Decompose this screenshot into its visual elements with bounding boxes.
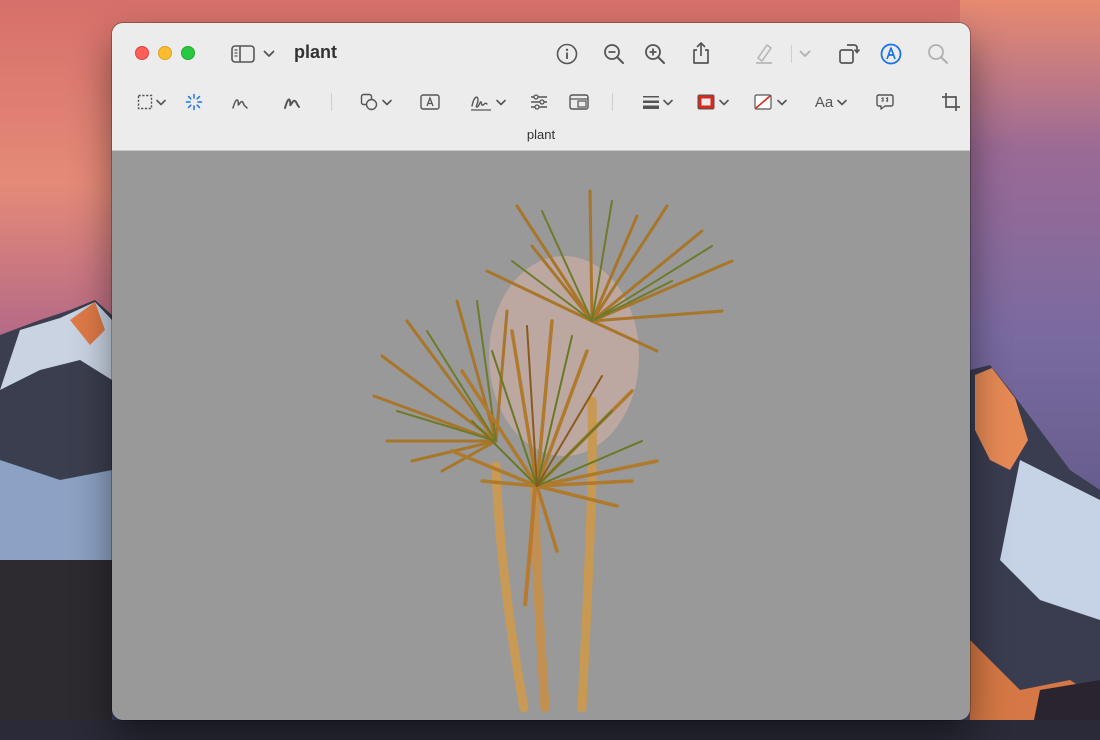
document-subtitle: plant xyxy=(526,127,556,142)
chevron-down-icon[interactable] xyxy=(836,96,848,108)
crop-icon[interactable] xyxy=(940,91,962,113)
preview-window: plant Aa plant xyxy=(112,23,970,720)
minimize-button[interactable] xyxy=(158,46,172,60)
sidebar-toggle-icon[interactable] xyxy=(230,41,256,67)
search-icon[interactable] xyxy=(925,41,951,67)
instant-alpha-icon[interactable] xyxy=(184,92,204,112)
zoom-in-icon[interactable] xyxy=(642,41,668,67)
zoom-out-icon[interactable] xyxy=(601,41,627,67)
rotate-icon[interactable] xyxy=(836,39,862,67)
chevron-down-icon[interactable] xyxy=(718,96,730,108)
markup-icon[interactable] xyxy=(878,41,904,67)
chevron-down-icon[interactable] xyxy=(776,96,788,108)
plant-image xyxy=(372,189,734,713)
chevron-down-icon[interactable] xyxy=(495,96,507,108)
chevron-down-icon[interactable] xyxy=(381,96,393,108)
image-canvas[interactable] xyxy=(112,151,970,720)
draw-icon[interactable] xyxy=(282,92,302,112)
chevron-down-icon[interactable] xyxy=(262,47,276,61)
text-style-icon[interactable]: Aa xyxy=(812,92,836,112)
titlebar: plant Aa plant xyxy=(112,23,970,151)
close-button[interactable] xyxy=(135,46,149,60)
fill-color-icon[interactable] xyxy=(753,92,773,112)
border-color-icon[interactable] xyxy=(696,92,716,112)
toolbar-separator xyxy=(791,45,792,63)
adjust-size-icon[interactable] xyxy=(568,92,590,112)
adjust-color-icon[interactable] xyxy=(529,92,549,112)
line-style-icon[interactable] xyxy=(641,92,661,112)
shapes-icon[interactable] xyxy=(359,92,379,112)
share-icon[interactable] xyxy=(688,39,714,67)
toolbar-separator xyxy=(612,93,613,111)
rect-selection-icon[interactable] xyxy=(136,93,154,111)
signature-icon[interactable] xyxy=(468,91,494,113)
text-box-icon[interactable] xyxy=(419,92,441,112)
info-icon[interactable] xyxy=(554,41,580,67)
chevron-down-icon[interactable] xyxy=(662,96,674,108)
document-title: plant xyxy=(294,42,337,62)
annotate-icon[interactable] xyxy=(875,92,895,112)
window-controls xyxy=(135,46,195,60)
sketch-icon[interactable] xyxy=(230,92,250,112)
highlight-pen-icon[interactable] xyxy=(750,40,778,66)
toolbar-separator xyxy=(331,93,332,111)
chevron-down-icon[interactable] xyxy=(155,96,167,108)
chevron-down-icon[interactable] xyxy=(798,47,812,61)
maximize-button[interactable] xyxy=(181,46,195,60)
